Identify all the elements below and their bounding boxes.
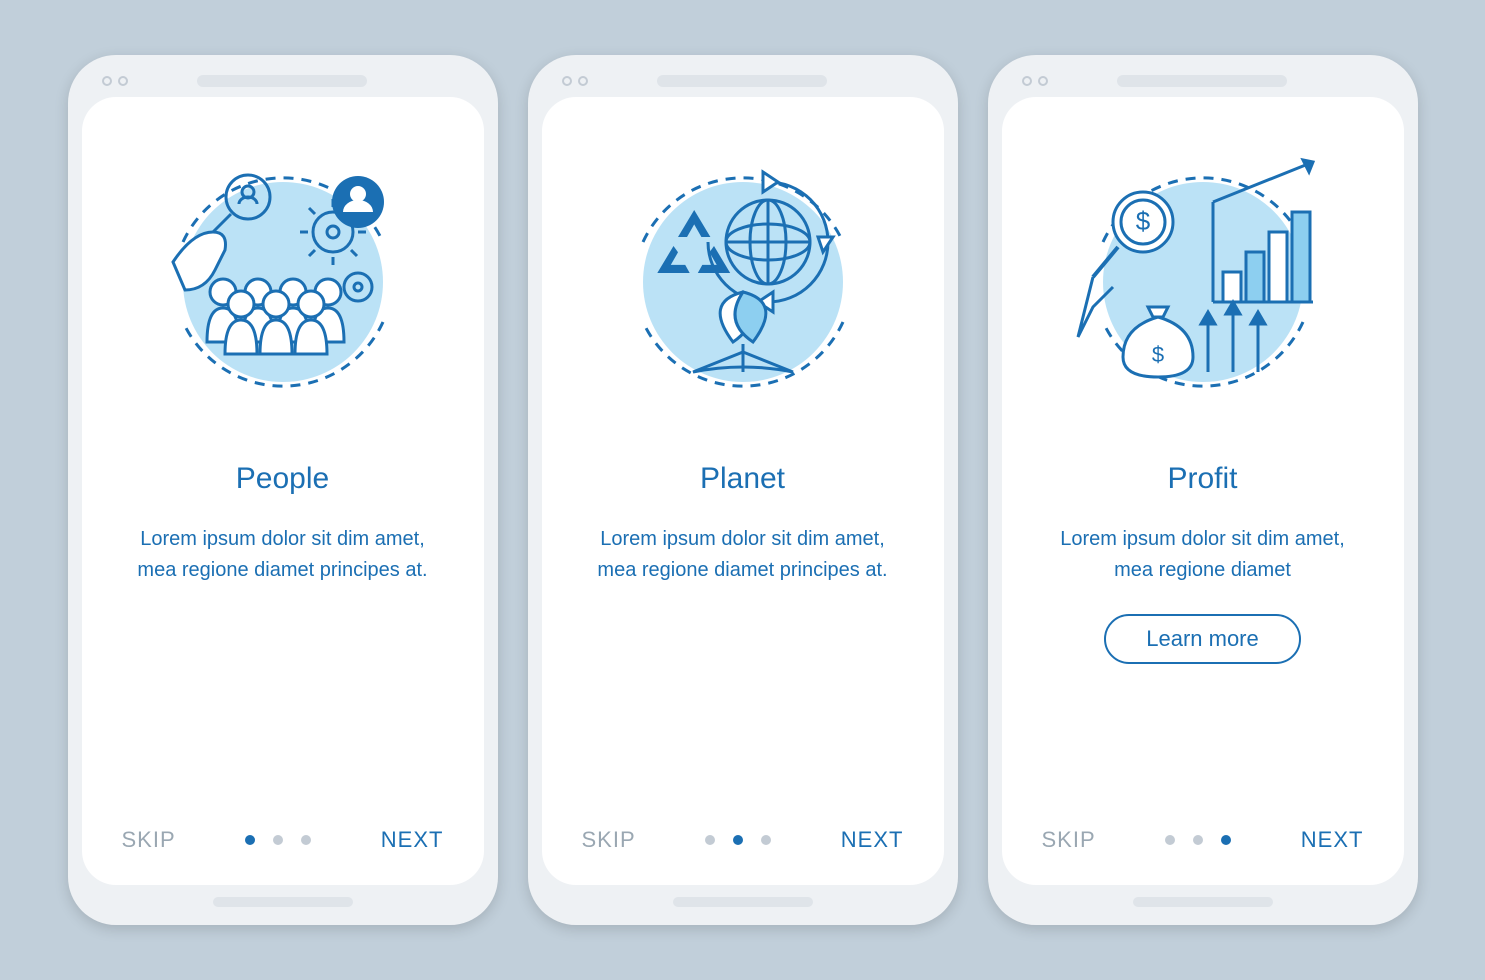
page-dot-3[interactable] — [301, 835, 311, 845]
profit-icon: $ $ — [1063, 142, 1343, 422]
svg-text:$: $ — [1151, 342, 1163, 367]
page-dot-1[interactable] — [705, 835, 715, 845]
onboarding-title: Planet — [700, 462, 785, 496]
hardware-bottom — [673, 897, 813, 907]
onboarding-description: Lorem ipsum dolor sit dim amet, mea regi… — [1043, 524, 1363, 586]
hardware-top — [82, 69, 484, 97]
next-button[interactable]: NEXT — [841, 827, 904, 853]
people-icon — [143, 142, 423, 422]
page-dot-3[interactable] — [1221, 835, 1231, 845]
page-dot-2[interactable] — [733, 835, 743, 845]
svg-text:$: $ — [1135, 206, 1150, 236]
next-button[interactable]: NEXT — [1301, 827, 1364, 853]
onboarding-description: Lorem ipsum dolor sit dim amet, mea regi… — [583, 524, 903, 586]
page-indicator — [245, 835, 311, 845]
page-dot-2[interactable] — [273, 835, 283, 845]
page-indicator — [1165, 835, 1231, 845]
hardware-top — [542, 69, 944, 97]
hardware-bottom — [213, 897, 353, 907]
page-indicator — [705, 835, 771, 845]
onboarding-footer: SKIP NEXT — [1002, 827, 1404, 853]
phone-frame-3: $ $ Profit Lorem ipsum dolor sit d — [988, 55, 1418, 925]
onboarding-screen-3: $ $ Profit Lorem ipsum dolor sit d — [1002, 97, 1404, 885]
skip-button[interactable]: SKIP — [122, 827, 176, 853]
onboarding-title: Profit — [1167, 462, 1237, 496]
onboarding-screen-1: People Lorem ipsum dolor sit dim amet, m… — [82, 97, 484, 885]
next-button[interactable]: NEXT — [381, 827, 444, 853]
onboarding-description: Lorem ipsum dolor sit dim amet, mea regi… — [123, 524, 443, 586]
page-dot-2[interactable] — [1193, 835, 1203, 845]
onboarding-screen-2: Planet Lorem ipsum dolor sit dim amet, m… — [542, 97, 944, 885]
page-dot-3[interactable] — [761, 835, 771, 845]
phone-frame-1: People Lorem ipsum dolor sit dim amet, m… — [68, 55, 498, 925]
page-dot-1[interactable] — [1165, 835, 1175, 845]
learn-more-button[interactable]: Learn more — [1104, 614, 1301, 664]
onboarding-footer: SKIP NEXT — [542, 827, 944, 853]
hardware-bottom — [1133, 897, 1273, 907]
skip-button[interactable]: SKIP — [582, 827, 636, 853]
phone-frame-2: Planet Lorem ipsum dolor sit dim amet, m… — [528, 55, 958, 925]
skip-button[interactable]: SKIP — [1042, 827, 1096, 853]
hardware-top — [1002, 69, 1404, 97]
onboarding-footer: SKIP NEXT — [82, 827, 484, 853]
page-dot-1[interactable] — [245, 835, 255, 845]
planet-icon — [603, 142, 883, 422]
onboarding-title: People — [236, 462, 329, 496]
